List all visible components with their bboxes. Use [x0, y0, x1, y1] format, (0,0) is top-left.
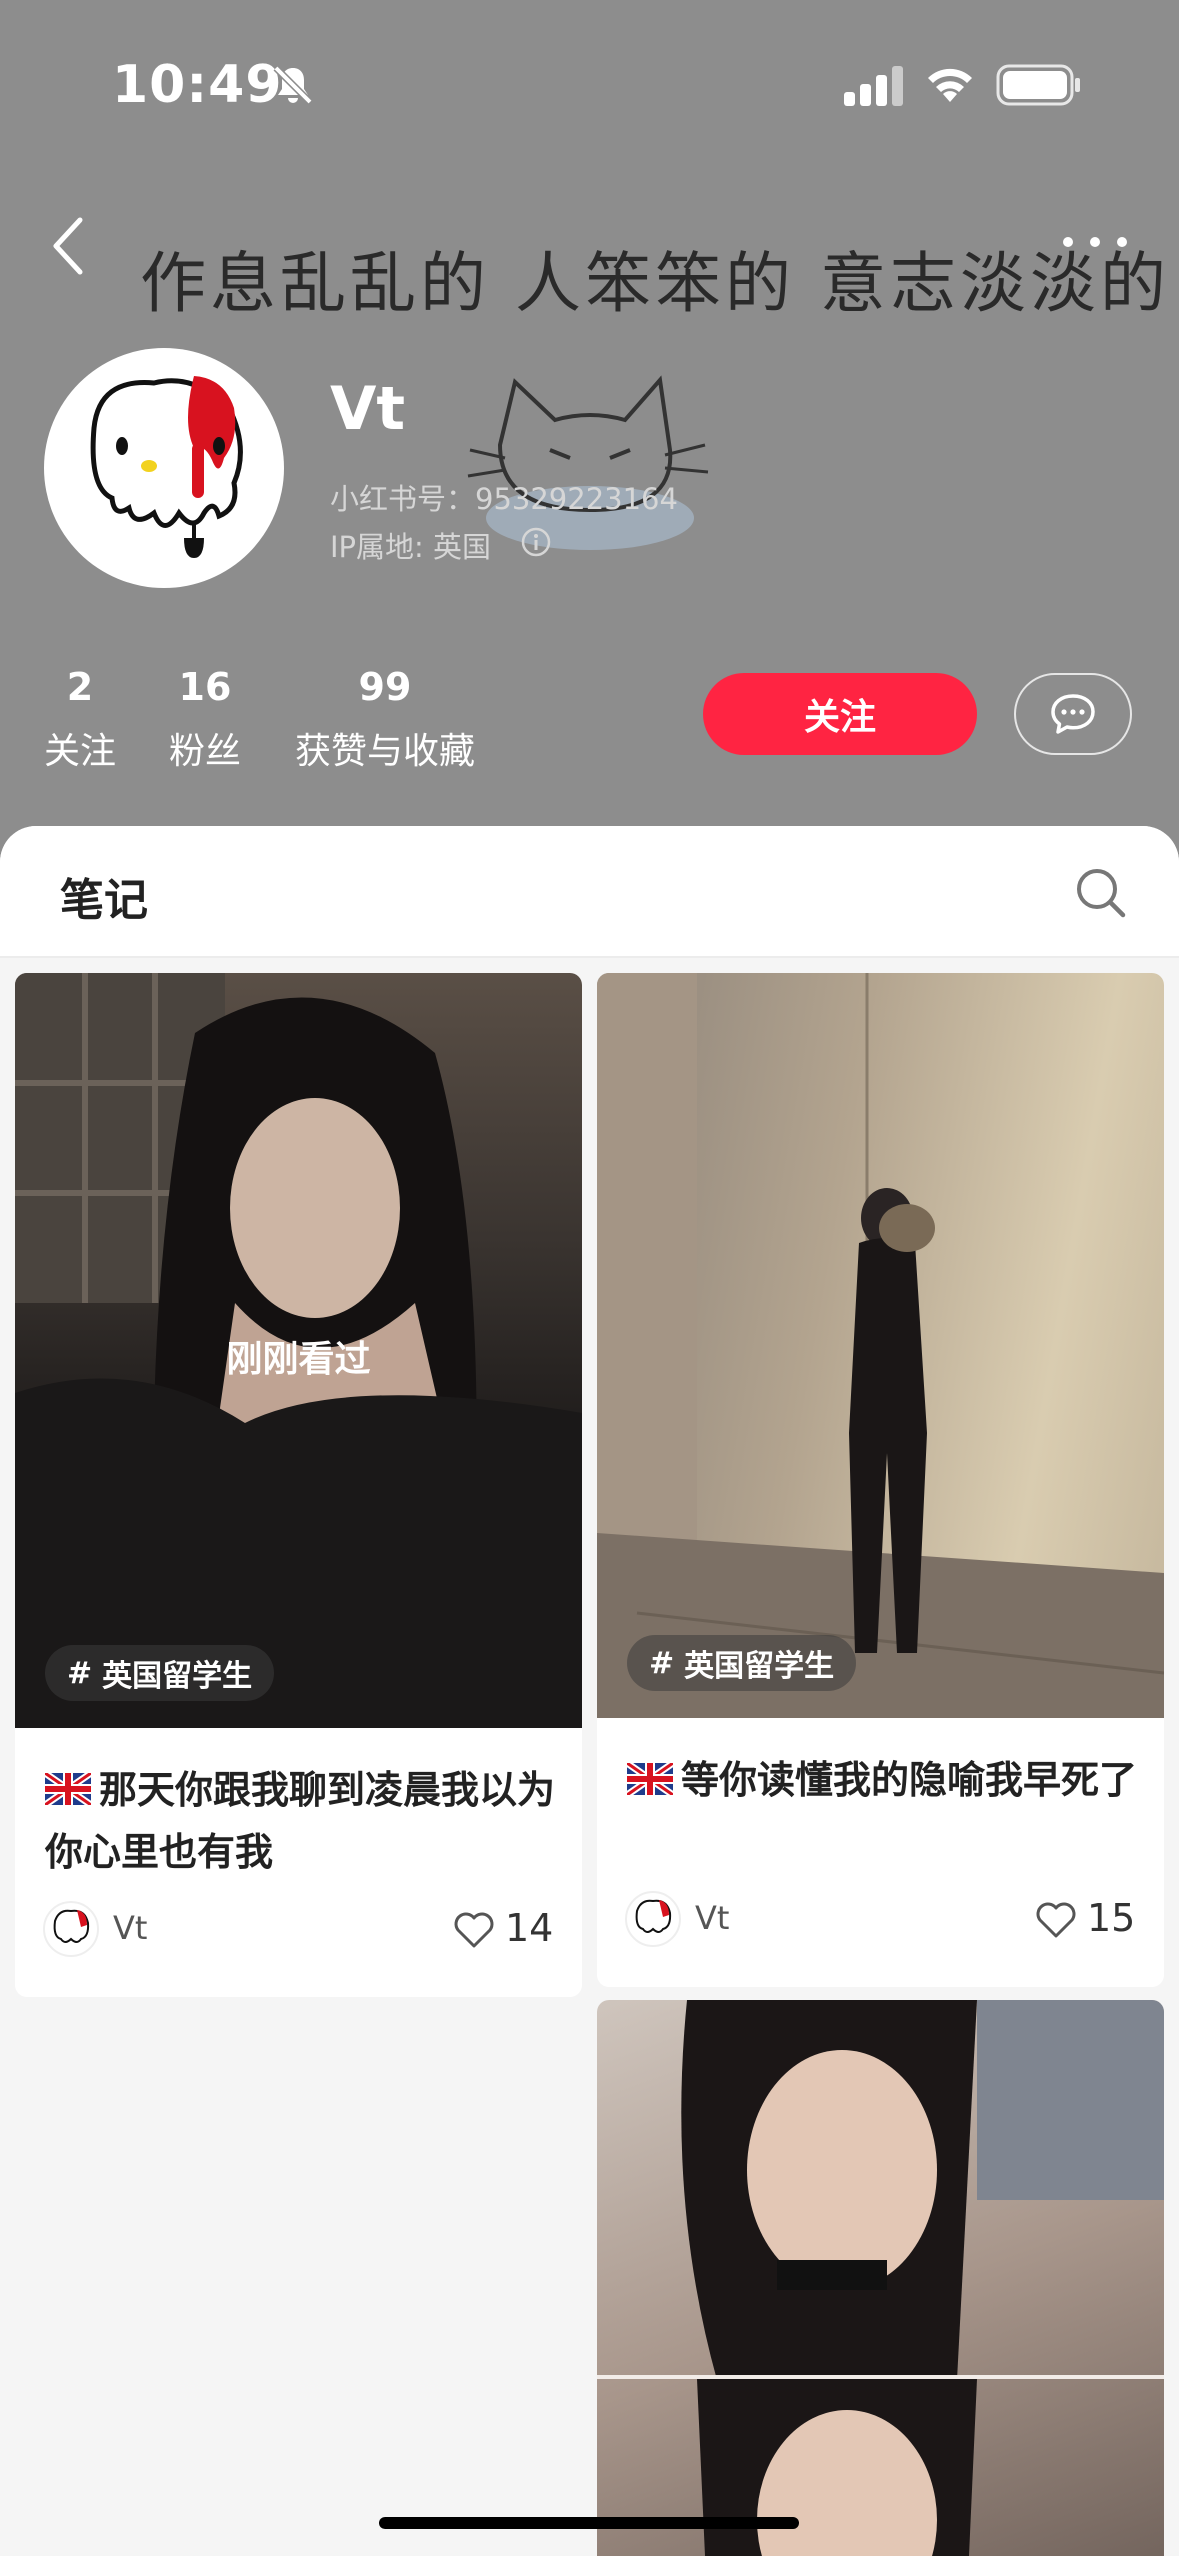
- battery-icon: [996, 64, 1080, 106]
- note-title-1[interactable]: 那天你跟我聊到凌晨我以为你心里也有我: [45, 1759, 556, 1883]
- stat-following-label[interactable]: 关注: [30, 722, 130, 774]
- tab-bar: 笔记: [0, 826, 1179, 958]
- note-tag-1-label: 英国留学生: [102, 1659, 253, 1694]
- profile-avatar[interactable]: [44, 348, 284, 588]
- like-count-2: 15: [1087, 1896, 1136, 1940]
- hashtag-icon: #: [649, 1645, 675, 1681]
- profile-ip: IP属地: 英国: [330, 530, 492, 564]
- note-cover-3[interactable]: [597, 2000, 1164, 2556]
- chevron-left-icon[interactable]: [48, 214, 88, 278]
- follow-button[interactable]: 关注: [703, 673, 977, 755]
- profile-name: Vt: [330, 374, 406, 444]
- stat-likes-value: 99: [358, 665, 412, 709]
- info-icon[interactable]: [520, 526, 552, 558]
- note-tag-2[interactable]: # 英国留学生: [627, 1635, 857, 1691]
- search-icon[interactable]: [1074, 866, 1128, 920]
- stat-following-value: 2: [66, 665, 94, 709]
- stat-followers-label[interactable]: 粉丝: [155, 722, 255, 774]
- like-count-1: 14: [505, 1906, 554, 1950]
- author-avatar-2[interactable]: [625, 1891, 681, 1947]
- uk-flag-icon: [627, 1763, 673, 1795]
- author-name-1[interactable]: Vt: [113, 1909, 147, 1947]
- note-card-3[interactable]: [597, 2000, 1164, 2556]
- uk-flag-icon: [45, 1773, 91, 1805]
- stat-likes-label[interactable]: 获赞与收藏: [290, 722, 480, 774]
- note-tag-2-label: 英国留学生: [684, 1649, 835, 1684]
- message-button[interactable]: [1014, 673, 1132, 755]
- hashtag-icon: #: [67, 1655, 93, 1691]
- note-cover-2[interactable]: # 英国留学生: [597, 973, 1164, 1718]
- home-indicator: [379, 2517, 799, 2529]
- melting-cat-avatar-icon: [90, 376, 243, 558]
- tab-notes[interactable]: 笔记: [60, 864, 148, 928]
- heart-icon[interactable]: [1034, 1900, 1078, 1940]
- stat-followers-value: 16: [178, 665, 232, 709]
- recently-viewed-overlay: 刚刚看过: [226, 1339, 371, 1380]
- signal-icon: [844, 66, 903, 106]
- note-card-2[interactable]: # 英国留学生 等你读懂我的隐喻我早死了 Vt 15: [597, 973, 1164, 1987]
- note-title-2[interactable]: 等你读懂我的隐喻我早死了: [627, 1749, 1138, 1811]
- note-card-1[interactable]: 刚刚看过 # 英国留学生 那天你跟我聊到凌晨我以为你心里也有我 Vt 14: [15, 973, 582, 1997]
- status-time: 10:49: [112, 55, 283, 115]
- bell-muted-icon: [273, 65, 313, 105]
- profile-id: 小红书号：9532922316​4: [330, 482, 678, 516]
- banner-text: 作息乱乱的 人笨笨的 意志淡淡的: [140, 245, 1170, 322]
- note-tag-1[interactable]: # 英国留学生: [45, 1645, 275, 1701]
- melting-cat-avatar-icon: [635, 1899, 672, 1933]
- selfie-photo-3: [597, 2000, 1164, 2556]
- author-name-2[interactable]: Vt: [695, 1899, 729, 1937]
- author-avatar-1[interactable]: [43, 1901, 99, 1957]
- chat-bubble-icon: [1051, 694, 1095, 734]
- wifi-icon: [928, 68, 972, 102]
- note-cover-1[interactable]: 刚刚看过 # 英国留学生: [15, 973, 582, 1728]
- notes-content: 笔记 刚刚看过 # 英国留学生 那天你跟我聊到凌晨我以为你心里也有我 Vt 14…: [0, 826, 1179, 2556]
- note-title-2-text: 等你读懂我的隐喻我早死了: [681, 1758, 1138, 1802]
- note-title-1-text: 那天你跟我聊到凌晨我以为你心里也有我: [45, 1768, 556, 1874]
- standing-photo-2: [597, 973, 1164, 1718]
- cat-doodle: [467, 375, 709, 550]
- profile-header: 10:49 作息乱乱的 人笨笨的 意志淡淡的 Vt 小红书号：953292231…: [0, 0, 1179, 860]
- heart-icon[interactable]: [452, 1910, 496, 1950]
- melting-cat-avatar-icon: [53, 1909, 90, 1943]
